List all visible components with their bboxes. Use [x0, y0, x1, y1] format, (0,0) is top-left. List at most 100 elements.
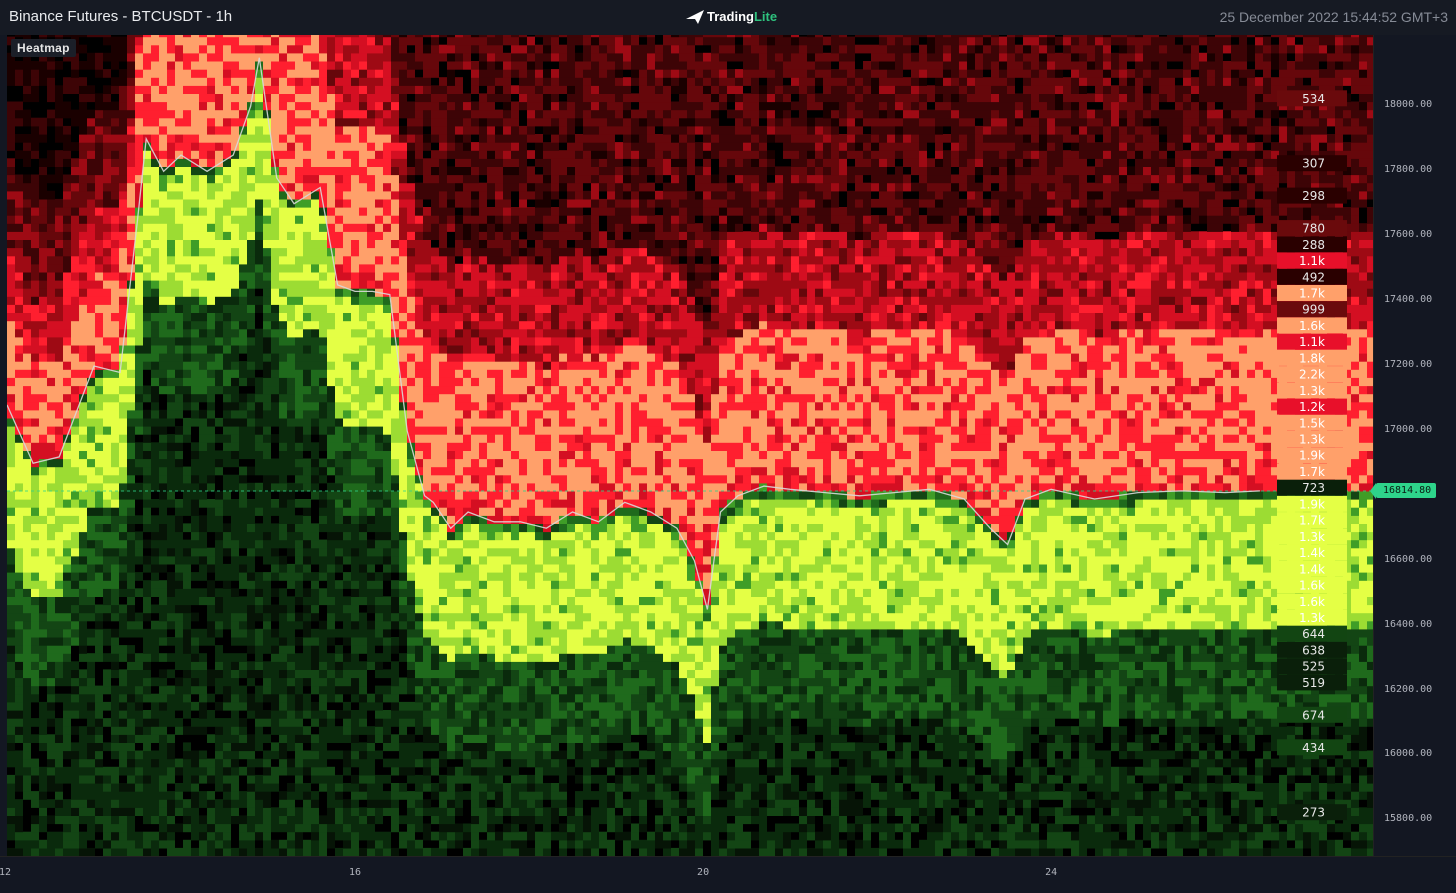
- heatmap-cell: [311, 547, 319, 557]
- heatmap-cell: [111, 839, 119, 849]
- heatmap-cell: [415, 701, 423, 711]
- heatmap-cell: [311, 442, 319, 451]
- heatmap-cell: [151, 35, 159, 38]
- heatmap-cell: [119, 831, 127, 841]
- heatmap-cell: [351, 85, 359, 94]
- heatmap-cell: [239, 101, 247, 111]
- heatmap-cell: [359, 766, 367, 776]
- heatmap-chart[interactable]: 5343072987802881.1k4921.7k9991.6k1.1k1.8…: [7, 35, 1373, 856]
- heatmap-cell: [119, 215, 127, 224]
- heatmap-cell: [15, 815, 23, 825]
- heatmap-cell: [47, 531, 55, 541]
- heatmap-cell: [351, 336, 359, 346]
- heatmap-cell: [7, 271, 15, 281]
- heatmap-cell: [263, 35, 271, 38]
- heatmap-cell: [87, 442, 95, 451]
- heatmap-cell: [351, 231, 359, 240]
- heatmap-cell: [287, 336, 295, 346]
- heatmap-cell: [391, 499, 399, 508]
- heatmap-cell: [263, 150, 271, 159]
- heatmap-cell: [431, 637, 439, 646]
- heatmap-cell: [127, 620, 135, 630]
- heatmap-cell: [183, 36, 191, 46]
- heatmap-cell: [415, 847, 423, 856]
- heatmap-cell: [151, 726, 159, 735]
- heatmap-cell: [239, 612, 247, 622]
- heatmap-cell: [191, 361, 199, 370]
- heatmap-cell: [183, 69, 191, 78]
- heatmap-cell: [431, 572, 439, 581]
- heatmap-cell: [263, 547, 271, 557]
- heatmap-cell: [191, 523, 199, 533]
- heatmap-cell: [175, 85, 183, 94]
- heatmap-cell: [119, 563, 127, 573]
- heatmap-cell: [255, 142, 263, 151]
- heatmap-cell: [351, 539, 359, 549]
- heatmap-cell: [239, 620, 247, 630]
- heatmap-cell: [15, 61, 23, 70]
- heatmap-cell: [311, 458, 319, 468]
- heatmap-cell: [39, 474, 47, 484]
- heatmap-cell: [183, 77, 191, 86]
- heatmap-cell: [247, 77, 255, 86]
- heatmap-cell: [87, 726, 95, 735]
- heatmap-cell: [39, 839, 47, 849]
- heatmap-cell: [415, 653, 423, 662]
- heatmap-cell: [295, 523, 303, 533]
- heatmap-cell: [127, 125, 135, 135]
- heatmap-cell: [303, 69, 311, 78]
- heatmap-cell: [431, 661, 439, 670]
- heatmap-cell: [239, 182, 247, 192]
- heatmap-cell: [15, 304, 23, 313]
- heatmap-cell: [47, 539, 55, 549]
- heatmap-cell: [167, 523, 175, 533]
- heatmap-plot-area[interactable]: 534 307 298 780 288 1.1k 492 1.7k 999 1.6k 1.1k 1.8…: [7, 35, 1373, 856]
- heatmap-cell: [343, 361, 351, 370]
- heatmap-cell: [175, 474, 183, 484]
- heatmap-cell: [143, 385, 151, 395]
- heatmap-cell: [71, 815, 79, 825]
- heatmap-cell: [159, 377, 167, 387]
- heatmap-cell: [271, 198, 279, 208]
- heatmap-cell: [199, 831, 207, 841]
- heatmap-cell: [423, 377, 431, 387]
- heatmap-cell: [135, 710, 143, 719]
- heatmap-cell: [271, 539, 279, 549]
- tradinglite-logo[interactable]: Trading Lite: [686, 9, 777, 24]
- heatmap-cell: [71, 61, 79, 70]
- heatmap-cell: [55, 215, 63, 224]
- heatmap-cell: [319, 304, 327, 313]
- heatmap-cell: [167, 434, 175, 443]
- heatmap-cell: [383, 409, 391, 419]
- heatmap-cell: [263, 750, 271, 760]
- heatmap-cell: [175, 134, 183, 143]
- heatmap-cell: [135, 555, 143, 565]
- heatmap-cell: [335, 320, 343, 330]
- heatmap-cell: [199, 693, 207, 703]
- heatmap-cell: [327, 693, 335, 703]
- heatmap-cell: [55, 150, 63, 159]
- heatmap-cell: [191, 109, 199, 119]
- heatmap-cell: [423, 182, 431, 192]
- heatmap-cell: [7, 628, 15, 638]
- heatmap-cell: [407, 280, 415, 289]
- heatmap-cell: [207, 280, 215, 289]
- heatmap-cell: [431, 669, 439, 679]
- heatmap-cell: [311, 336, 319, 346]
- heatmap-cell: [175, 507, 183, 516]
- heatmap-cell: [311, 523, 319, 533]
- heatmap-cell: [367, 304, 375, 313]
- heatmap-cell: [295, 499, 303, 508]
- heatmap-cell: [263, 312, 271, 322]
- heatmap-cell: [119, 385, 127, 395]
- heatmap-cell: [183, 328, 191, 338]
- heatmap-cell: [287, 320, 295, 330]
- heatmap-cell: [343, 807, 351, 816]
- heatmap-cell: [231, 710, 239, 719]
- heatmap-cell: [223, 596, 231, 606]
- heatmap-cell: [423, 612, 431, 622]
- heatmap-cell: [415, 207, 423, 216]
- heatmap-cell: [39, 223, 47, 232]
- heatmap-cell: [399, 766, 407, 776]
- heatmap-cell: [167, 385, 175, 395]
